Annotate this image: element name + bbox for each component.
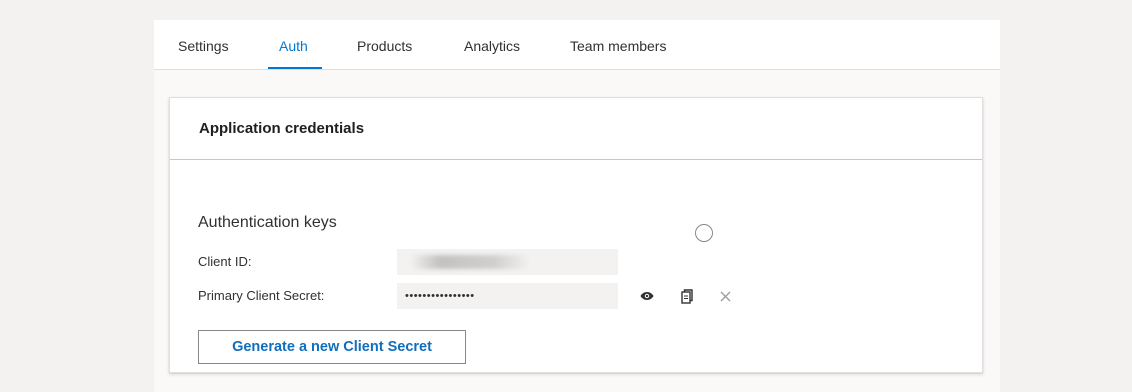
tab-analytics[interactable]: Analytics (464, 37, 520, 55)
copy-icon[interactable] (676, 285, 698, 307)
generate-client-secret-button[interactable]: Generate a new Client Secret (198, 330, 466, 364)
tab-team-members[interactable]: Team members (570, 37, 666, 55)
card-header: Application credentials (170, 98, 982, 160)
tab-auth[interactable]: Auth (279, 37, 308, 55)
content-panel: Settings Auth Products Analytics Team me… (154, 20, 1000, 392)
tab-products[interactable]: Products (357, 37, 412, 55)
card-title: Application credentials (199, 120, 365, 137)
client-id-obscured-value (410, 255, 530, 269)
primary-secret-label: Primary Client Secret: (198, 288, 325, 303)
active-tab-indicator (268, 67, 322, 69)
close-icon[interactable] (714, 285, 736, 307)
tab-settings[interactable]: Settings (178, 37, 229, 55)
credentials-card: Application credentials Authentication k… (169, 97, 983, 373)
client-id-label: Client ID: (198, 254, 252, 269)
eye-icon[interactable] (636, 285, 658, 307)
tab-bar: Settings Auth Products Analytics Team me… (154, 20, 1000, 70)
busy-cursor-icon (695, 224, 713, 242)
section-title: Authentication keys (198, 214, 337, 231)
page: { "tabs": [ {"label": "Settings", "activ… (0, 0, 1132, 392)
primary-secret-field[interactable] (397, 283, 618, 309)
